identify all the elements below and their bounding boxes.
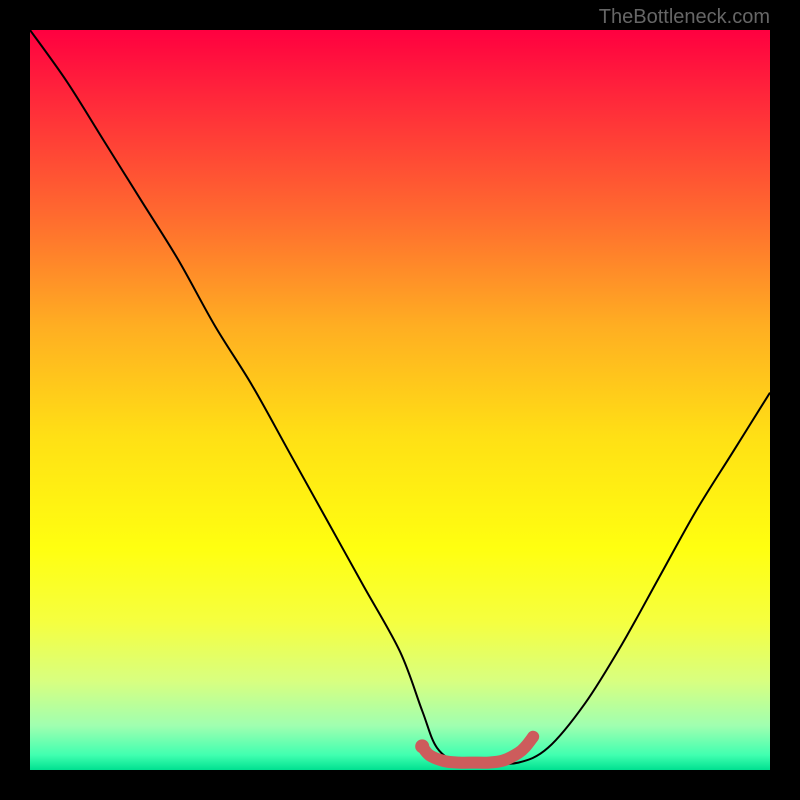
bottleneck-curve	[30, 30, 770, 764]
plot-area	[30, 30, 770, 770]
chart-container: TheBottleneck.com	[0, 0, 800, 800]
watermark-text: TheBottleneck.com	[599, 6, 770, 29]
optimal-marker-dot	[415, 739, 429, 753]
curve-layer	[30, 30, 770, 770]
